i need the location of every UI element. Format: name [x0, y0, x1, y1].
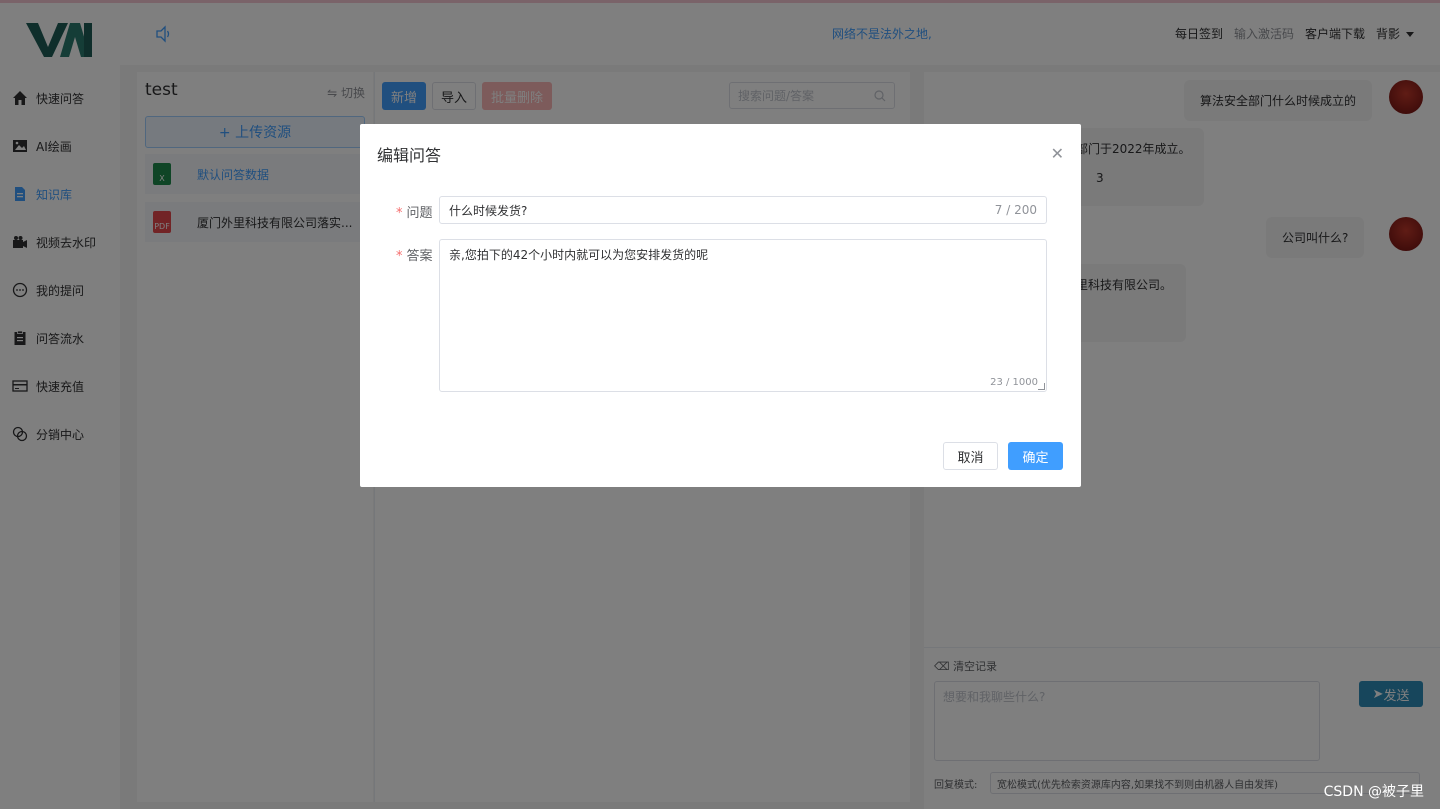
question-value: 什么时候发货? — [449, 203, 528, 218]
confirm-button[interactable]: 确定 — [1008, 442, 1063, 470]
watermark: CSDN @被子里 — [1323, 784, 1424, 800]
question-label-text: 问题 — [406, 206, 433, 221]
edit-qa-dialog: 编辑问答 ✕ * 问题 什么时候发货? 7 / 200 * 答案 亲,您拍下的42个… — [360, 124, 1081, 487]
answer-label-text: 答案 — [406, 249, 433, 264]
required-mark: * — [396, 249, 403, 264]
answer-char-count: 23 / 1000 — [990, 377, 1038, 388]
answer-value: 亲,您拍下的42个小时内就可以为您安排发货的呢 — [449, 248, 709, 262]
close-icon[interactable]: ✕ — [1051, 144, 1064, 163]
question-label: * 问题 — [396, 202, 433, 221]
answer-label: * 答案 — [396, 245, 433, 264]
cancel-button[interactable]: 取消 — [943, 442, 998, 470]
required-mark: * — [396, 206, 403, 221]
dialog-title: 编辑问答 — [377, 146, 442, 165]
question-input[interactable]: 什么时候发货? 7 / 200 — [439, 196, 1047, 224]
question-char-count: 7 / 200 — [994, 203, 1037, 217]
answer-textarea[interactable]: 亲,您拍下的42个小时内就可以为您安排发货的呢 23 / 1000 — [439, 239, 1047, 392]
resize-handle-icon[interactable] — [1038, 383, 1045, 390]
